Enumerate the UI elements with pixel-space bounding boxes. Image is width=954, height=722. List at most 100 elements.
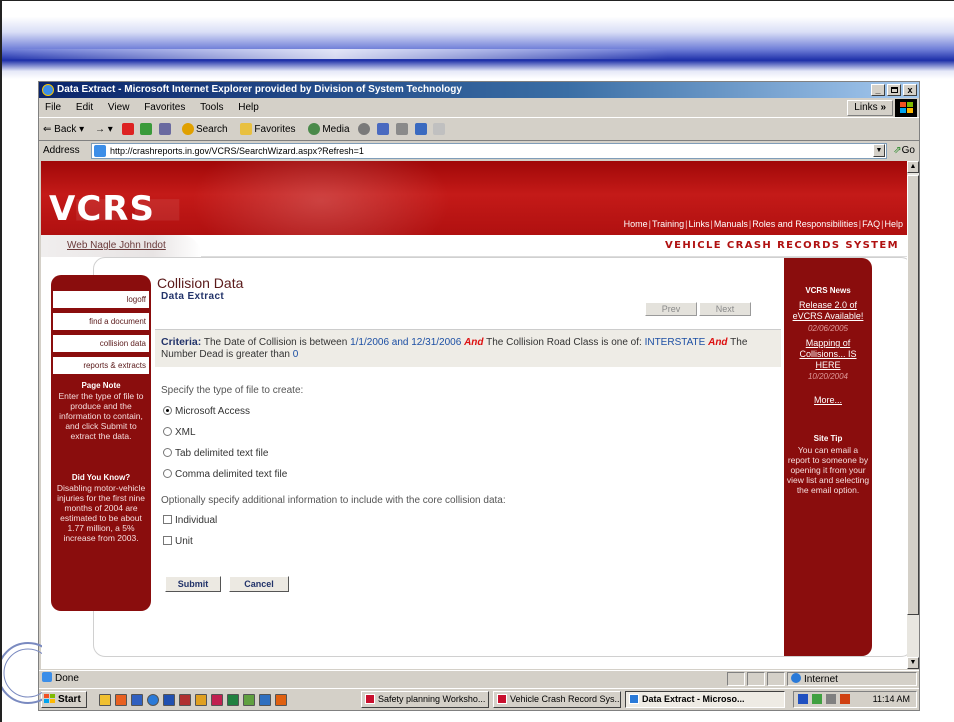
scroll-thumb[interactable]	[907, 175, 919, 615]
page-note-text: Enter the type of file to produce and th…	[58, 391, 144, 441]
page-note-title: Page Note	[81, 381, 121, 390]
close-button[interactable]: x	[903, 84, 917, 96]
tray-icon[interactable]	[812, 694, 822, 704]
address-input[interactable]: http://crashreports.in.gov/VCRS/SearchWi…	[91, 143, 887, 159]
minimize-button[interactable]: _	[871, 84, 885, 96]
page-done-icon	[42, 672, 52, 682]
stop-icon[interactable]	[121, 123, 134, 136]
quick-launch-media-icon[interactable]	[275, 694, 287, 706]
radio-comma-delimited[interactable]: Comma delimited text file	[163, 469, 287, 481]
home-icon[interactable]	[159, 123, 172, 136]
site-tip-text: You can email a report to someone by ope…	[786, 445, 870, 495]
sidebar-item-logoff[interactable]: logoff	[53, 291, 149, 309]
address-dropdown-button[interactable]: ▼	[873, 144, 885, 157]
quick-launch-word-icon[interactable]	[163, 694, 175, 706]
sidebar-item-reports-extracts[interactable]: reports & extracts	[53, 357, 149, 375]
vcrs-logo[interactable]: VCRS	[49, 189, 155, 229]
news-item-mapping[interactable]: Mapping of Collisions... IS HERE	[786, 338, 870, 371]
cancel-button[interactable]: Cancel	[229, 576, 289, 592]
system-name: VEHICLE CRASH RECORDS SYSTEM	[664, 240, 899, 251]
nav-roles[interactable]: Roles and Responsibilities	[752, 219, 858, 229]
media-button[interactable]: Media	[302, 119, 353, 141]
criteria-label: Criteria:	[161, 336, 202, 348]
task-safety-planning[interactable]: Safety planning Worksho...	[361, 691, 489, 708]
menu-edit[interactable]: Edit	[70, 98, 99, 118]
taskbar: Start Safety planning Worksho... Vehicle…	[39, 688, 919, 710]
nav-training[interactable]: Training	[652, 219, 684, 229]
radio-icon	[163, 469, 172, 478]
links-label: Links	[854, 102, 878, 113]
address-url: http://crashreports.in.gov/VCRS/SearchWi…	[110, 146, 364, 156]
radio-tab-delimited[interactable]: Tab delimited text file	[163, 448, 268, 460]
address-bar: Address http://crashreports.in.gov/VCRS/…	[39, 142, 919, 160]
submit-button[interactable]: Submit	[165, 576, 221, 592]
java-icon[interactable]	[840, 694, 850, 704]
quick-launch-icon[interactable]	[211, 694, 223, 706]
news-more-link[interactable]: More...	[786, 395, 870, 406]
news-date-release: 02/06/2005	[807, 324, 849, 333]
go-button[interactable]: ⇗Go	[893, 142, 915, 160]
volume-icon[interactable]	[826, 694, 836, 704]
checkbox-individual[interactable]: Individual	[163, 515, 217, 527]
nav-home[interactable]: Home	[624, 219, 648, 229]
menu-view[interactable]: View	[102, 98, 136, 118]
slide-banner	[2, 1, 954, 79]
edit-icon[interactable]	[414, 123, 427, 136]
radio-label-comma: Comma delimited text file	[175, 469, 288, 480]
radio-xml[interactable]: XML	[163, 427, 196, 439]
quick-launch-icon[interactable]	[99, 694, 111, 706]
user-name-link[interactable]: Web Nagle John Indot	[41, 235, 201, 257]
menu-file[interactable]: File	[39, 98, 67, 118]
quick-launch-ie-icon[interactable]	[147, 694, 159, 706]
menu-help[interactable]: Help	[232, 98, 265, 118]
criteria-value-dates: 1/1/2006 and 12/31/2006	[350, 337, 462, 348]
radio-microsoft-access[interactable]: Microsoft Access	[163, 406, 250, 418]
task-label: Data Extract - Microso...	[642, 694, 745, 704]
next-button[interactable]: Next	[699, 302, 751, 316]
maximize-button[interactable]	[887, 84, 901, 96]
nav-links[interactable]: Links	[688, 219, 709, 229]
quick-launch-excel-icon[interactable]	[227, 694, 239, 706]
sidebar-item-collision-data[interactable]: collision data	[53, 335, 149, 353]
status-cell	[727, 672, 745, 686]
mail-icon[interactable]	[377, 123, 390, 136]
history-icon[interactable]	[358, 123, 371, 136]
links-toolbar[interactable]: Links »	[847, 100, 893, 116]
print-icon[interactable]	[395, 123, 408, 136]
quick-launch-icon[interactable]	[179, 694, 191, 706]
forward-button[interactable]: → ▾	[91, 119, 117, 141]
discuss-icon[interactable]	[433, 123, 446, 136]
prev-button[interactable]: Prev	[645, 302, 697, 316]
checkbox-label-unit: Unit	[175, 536, 193, 547]
search-button[interactable]: Search	[176, 119, 232, 141]
nav-help[interactable]: Help	[884, 219, 903, 229]
menu-favorites[interactable]: Favorites	[138, 98, 191, 118]
nav-faq[interactable]: FAQ	[862, 219, 880, 229]
window-title-bar[interactable]: Data Extract - Microsoft Internet Explor…	[39, 82, 919, 98]
start-button[interactable]: Start	[41, 691, 87, 708]
menu-tools[interactable]: Tools	[194, 98, 229, 118]
news-item-release[interactable]: Release 2.0 of eVCRS Available!	[786, 300, 870, 322]
quick-launch-icon[interactable]	[243, 694, 255, 706]
checkbox-unit[interactable]: Unit	[163, 536, 193, 548]
favorites-label: Favorites	[254, 124, 296, 135]
task-label: Safety planning Worksho...	[378, 694, 486, 704]
task-vehicle-crash[interactable]: Vehicle Crash Record Sys...	[493, 691, 621, 708]
task-data-extract[interactable]: Data Extract - Microso...	[625, 691, 785, 708]
security-zone: Internet	[787, 672, 917, 686]
back-button[interactable]: ⇐ Back ▾	[39, 119, 88, 141]
quick-launch-icon[interactable]	[195, 694, 207, 706]
nav-manuals[interactable]: Manuals	[714, 219, 748, 229]
vertical-scrollbar[interactable]: ▲ ▼	[907, 161, 919, 669]
quick-launch-icon[interactable]	[131, 694, 143, 706]
quick-launch-icon[interactable]	[259, 694, 271, 706]
favorites-button[interactable]: Favorites	[234, 119, 299, 141]
sidebar-item-find-document[interactable]: find a document	[53, 313, 149, 331]
internet-zone-icon	[791, 673, 801, 683]
scroll-down-icon[interactable]: ▼	[907, 657, 919, 669]
tray-icon[interactable]	[798, 694, 808, 704]
refresh-icon[interactable]	[140, 123, 153, 136]
left-sidebar: logoff find a document collision data re…	[51, 275, 151, 611]
scroll-up-icon[interactable]: ▲	[907, 161, 919, 173]
quick-launch-icon[interactable]	[115, 694, 127, 706]
